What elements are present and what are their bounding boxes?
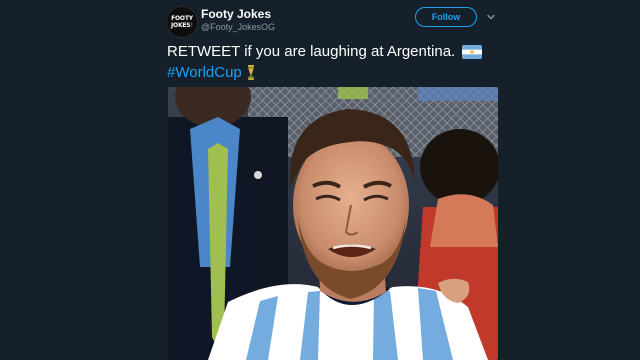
author-block: Footy Jokes @Footy_JokesOG xyxy=(201,7,275,33)
avatar-text-bottom: JOKES! xyxy=(171,22,193,29)
chevron-down-icon[interactable] xyxy=(486,12,496,22)
user-handle[interactable]: @Footy_JokesOG xyxy=(201,21,275,33)
tweet-text-line-1: RETWEET if you are laughing at Argentina… xyxy=(167,41,507,62)
photo-illustration xyxy=(168,87,498,360)
tweet-text-main: RETWEET if you are laughing at Argentina… xyxy=(167,43,456,60)
display-name[interactable]: Footy Jokes xyxy=(201,7,275,21)
argentina-flag-icon xyxy=(462,44,483,59)
avatar-text-top: FOOTY xyxy=(171,15,193,22)
follow-button[interactable]: Follow xyxy=(415,7,477,27)
tweet-card: FOOTY JOKES! Footy Jokes @Footy_JokesOG … xyxy=(0,0,640,360)
hashtag-link[interactable]: #WorldCup xyxy=(167,62,242,83)
tweet-text-line-2: #WorldCup xyxy=(167,62,507,83)
tweet-text: RETWEET if you are laughing at Argentina… xyxy=(167,41,507,83)
avatar-text-bottom-mark: ! xyxy=(190,22,193,29)
avatar-text-bottom-main: JOKES xyxy=(171,22,191,29)
tweet-media-photo[interactable] xyxy=(168,87,498,360)
avatar[interactable]: FOOTY JOKES! xyxy=(166,6,198,38)
world-cup-trophy-icon xyxy=(247,65,254,80)
